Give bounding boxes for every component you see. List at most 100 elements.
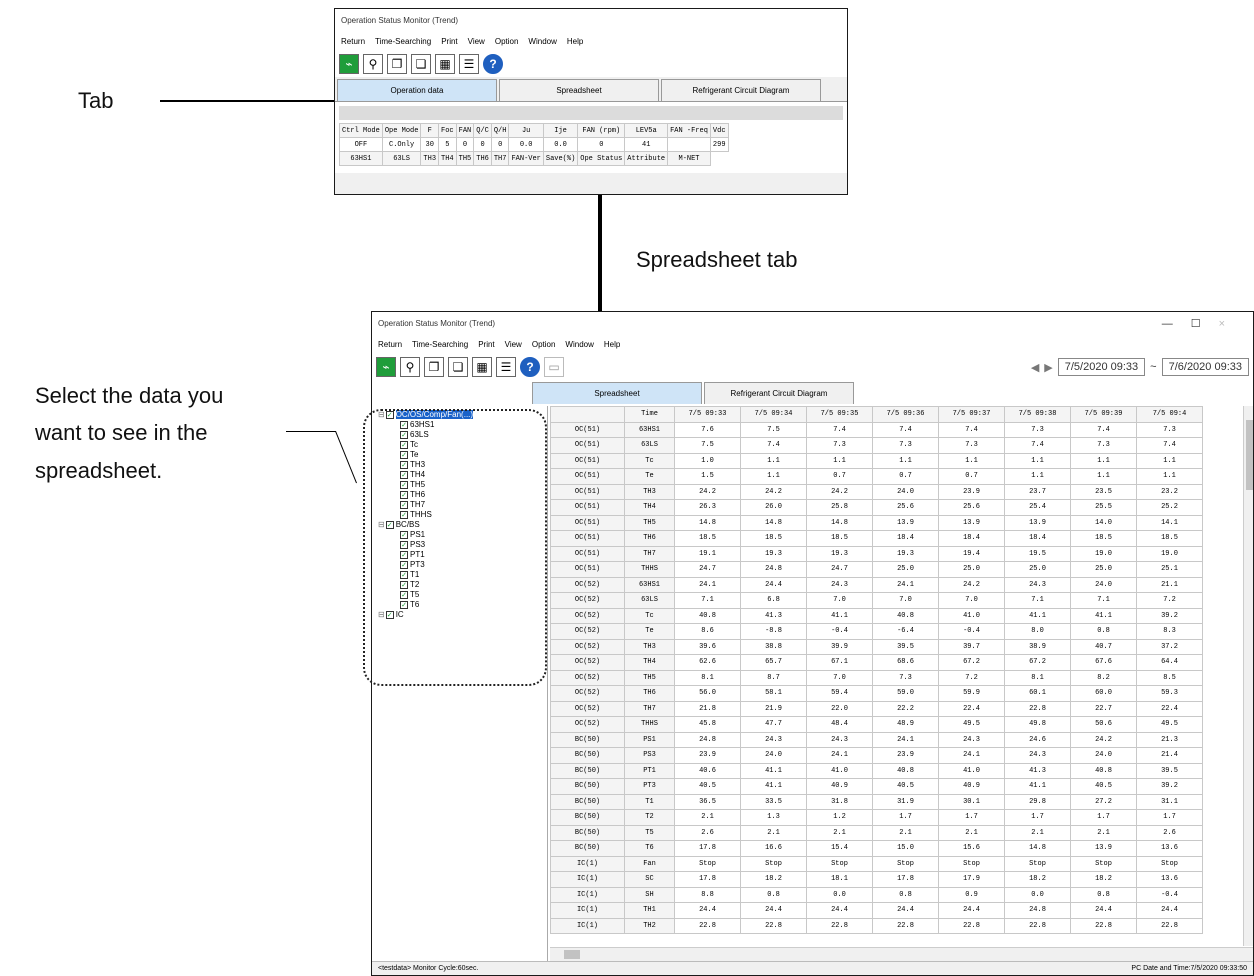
value-cell[interactable]: 1.1 <box>740 468 807 485</box>
value-cell[interactable]: 37.2 <box>1136 638 1203 655</box>
value-cell[interactable]: 25.8 <box>806 499 873 516</box>
maximize-icon[interactable]: ☐ <box>1191 318 1219 330</box>
value-cell[interactable]: 59.9 <box>938 685 1005 702</box>
row-item-cell[interactable]: TH4 <box>624 499 675 516</box>
row-group-cell[interactable]: OC(52) <box>550 623 625 640</box>
row-item-cell[interactable]: 63HS1 <box>624 576 675 593</box>
date-to-field[interactable]: 7/6/2020 09:33 <box>1161 358 1249 376</box>
value-cell[interactable]: 22.4 <box>1136 700 1203 717</box>
value-cell[interactable]: 19.0 <box>1136 545 1203 562</box>
copy-icon[interactable]: ❐ <box>387 54 407 74</box>
value-cell[interactable]: 22.8 <box>872 917 939 934</box>
value-cell[interactable]: 19.3 <box>740 545 807 562</box>
value-cell[interactable]: 59.4 <box>806 685 873 702</box>
value-cell[interactable]: 22.8 <box>1004 917 1071 934</box>
menu-return[interactable]: Return <box>341 37 365 46</box>
row-group-cell[interactable]: BC(50) <box>550 747 625 764</box>
value-cell[interactable]: 7.4 <box>740 437 807 454</box>
row-item-cell[interactable]: Fan <box>624 855 675 872</box>
tab-spreadsheet[interactable]: Spreadsheet <box>532 382 702 404</box>
horizontal-scrollbar[interactable] <box>550 947 1253 961</box>
value-cell[interactable]: 41.3 <box>740 607 807 624</box>
row-group-cell[interactable]: OC(51) <box>550 483 625 500</box>
value-cell[interactable]: 13.6 <box>1136 871 1203 888</box>
value-cell[interactable]: 13.9 <box>938 514 1005 531</box>
row-group-cell[interactable]: BC(50) <box>550 731 625 748</box>
value-cell[interactable]: 13.9 <box>1070 840 1137 857</box>
row-group-cell[interactable]: IC(1) <box>550 886 625 903</box>
value-cell[interactable]: 59.0 <box>872 685 939 702</box>
value-cell[interactable]: 18.5 <box>740 530 807 547</box>
row-group-cell[interactable]: OC(51) <box>550 452 625 469</box>
value-cell[interactable]: 24.8 <box>740 561 807 578</box>
value-cell[interactable]: 8.1 <box>674 669 741 686</box>
value-cell[interactable]: 8.0 <box>1004 623 1071 640</box>
value-cell[interactable]: 8.3 <box>1136 623 1203 640</box>
row-item-cell[interactable]: TH4 <box>624 654 675 671</box>
value-cell[interactable]: 24.4 <box>740 902 807 919</box>
value-cell[interactable]: 24.1 <box>872 576 939 593</box>
value-cell[interactable]: 40.8 <box>872 762 939 779</box>
value-cell[interactable]: 64.4 <box>1136 654 1203 671</box>
value-cell[interactable]: 59.3 <box>1136 685 1203 702</box>
value-cell[interactable]: 7.2 <box>1136 592 1203 609</box>
close-icon[interactable]: × <box>1219 318 1243 330</box>
value-cell[interactable]: 40.8 <box>1070 762 1137 779</box>
menu-print[interactable]: Print <box>441 37 457 46</box>
value-cell[interactable]: 39.5 <box>1136 762 1203 779</box>
value-cell[interactable]: 25.0 <box>1070 561 1137 578</box>
value-cell[interactable]: 24.4 <box>938 902 1005 919</box>
menu-option[interactable]: Option <box>532 340 556 349</box>
row-item-cell[interactable]: PS1 <box>624 731 675 748</box>
value-cell[interactable]: 56.0 <box>674 685 741 702</box>
row-group-cell[interactable]: IC(1) <box>550 902 625 919</box>
value-cell[interactable]: 8.2 <box>1070 669 1137 686</box>
menu-return[interactable]: Return <box>378 340 402 349</box>
value-cell[interactable]: 33.5 <box>740 793 807 810</box>
row-group-cell[interactable]: BC(50) <box>550 824 625 841</box>
value-cell[interactable]: 39.7 <box>938 638 1005 655</box>
value-cell[interactable]: 17.9 <box>938 871 1005 888</box>
menu-print[interactable]: Print <box>478 340 494 349</box>
chart-icon[interactable]: ⌁ <box>376 357 396 377</box>
value-cell[interactable]: 7.4 <box>1070 421 1137 438</box>
row-item-cell[interactable]: 63LS <box>624 437 675 454</box>
value-cell[interactable]: 25.2 <box>1136 499 1203 516</box>
row-group-cell[interactable]: OC(52) <box>550 685 625 702</box>
value-cell[interactable]: 1.1 <box>1070 452 1137 469</box>
value-cell[interactable]: Stop <box>674 855 741 872</box>
value-cell[interactable]: 0.8 <box>872 886 939 903</box>
value-cell[interactable]: 24.2 <box>674 483 741 500</box>
value-cell[interactable]: 39.2 <box>1136 607 1203 624</box>
row-group-cell[interactable]: BC(50) <box>550 762 625 779</box>
value-cell[interactable]: 25.6 <box>872 499 939 516</box>
value-cell[interactable]: 50.6 <box>1070 716 1137 733</box>
row-item-cell[interactable]: THHS <box>624 716 675 733</box>
row-item-cell[interactable]: Te <box>624 623 675 640</box>
value-cell[interactable]: 36.5 <box>674 793 741 810</box>
row-item-cell[interactable]: TH5 <box>624 669 675 686</box>
row-item-cell[interactable]: T2 <box>624 809 675 826</box>
value-cell[interactable]: 23.9 <box>872 747 939 764</box>
window-icon[interactable]: ❏ <box>411 54 431 74</box>
value-cell[interactable]: 7.4 <box>938 421 1005 438</box>
menu-window[interactable]: Window <box>528 37 556 46</box>
value-cell[interactable]: 7.4 <box>1004 437 1071 454</box>
value-cell[interactable]: 24.3 <box>806 731 873 748</box>
row-group-cell[interactable]: OC(51) <box>550 561 625 578</box>
row-item-cell[interactable]: T1 <box>624 793 675 810</box>
value-cell[interactable]: 17.8 <box>674 871 741 888</box>
value-cell[interactable]: 24.1 <box>872 731 939 748</box>
row-group-cell[interactable]: OC(51) <box>550 437 625 454</box>
value-cell[interactable]: 22.4 <box>938 700 1005 717</box>
value-cell[interactable]: 24.4 <box>806 902 873 919</box>
value-cell[interactable]: 7.4 <box>1136 437 1203 454</box>
column-header[interactable]: 7/5 09:36 <box>872 406 939 423</box>
value-cell[interactable]: 22.8 <box>1136 917 1203 934</box>
value-cell[interactable]: 38.9 <box>1004 638 1071 655</box>
value-cell[interactable]: 1.7 <box>1136 809 1203 826</box>
row-item-cell[interactable]: TH6 <box>624 685 675 702</box>
value-cell[interactable]: 8.8 <box>674 886 741 903</box>
row-item-cell[interactable]: TH3 <box>624 483 675 500</box>
value-cell[interactable]: 23.9 <box>938 483 1005 500</box>
